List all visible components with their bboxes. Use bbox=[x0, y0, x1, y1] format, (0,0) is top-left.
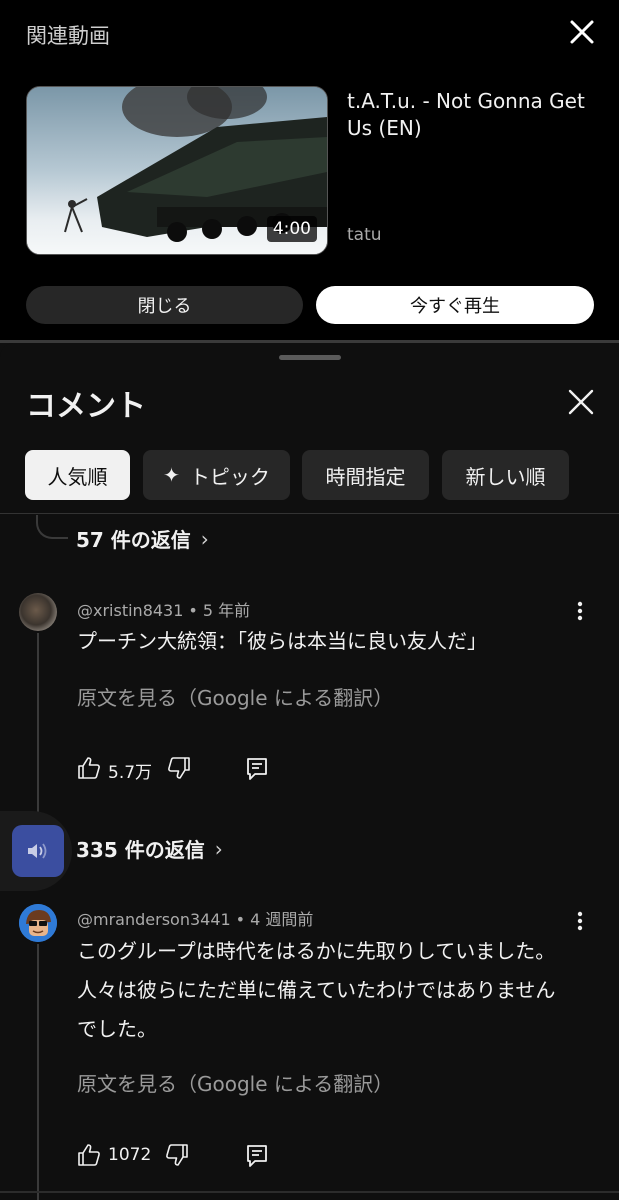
related-panel-title: 関連動画 bbox=[26, 24, 110, 48]
see-original-link[interactable]: 原文を見る（Google による翻訳） bbox=[77, 1068, 393, 1097]
drag-handle[interactable] bbox=[279, 355, 341, 360]
comment-menu-button[interactable] bbox=[570, 599, 590, 623]
reply-icon[interactable] bbox=[245, 756, 269, 782]
audio-button[interactable] bbox=[12, 825, 64, 877]
thread-line bbox=[37, 944, 39, 1200]
comments-close-button[interactable] bbox=[562, 383, 600, 421]
view-replies-button[interactable]: 57 件の返信 › bbox=[76, 524, 209, 553]
chips-divider bbox=[0, 513, 619, 514]
thread-connector bbox=[36, 515, 68, 539]
related-video-title[interactable]: t.A.T.u. - Not Gonna Get Us (EN) bbox=[347, 88, 597, 142]
comment-text: プーチン大統領：「彼らは本当に良い友人だ」 bbox=[77, 629, 487, 653]
comment-menu-button[interactable] bbox=[570, 909, 590, 933]
thumbs-up-icon[interactable] bbox=[77, 756, 101, 780]
comment-author[interactable]: @mranderson3441 bbox=[77, 910, 231, 929]
bottom-divider bbox=[0, 1191, 619, 1193]
like-count: 1072 bbox=[108, 1145, 152, 1165]
comment-author[interactable]: @xristin8431 bbox=[77, 601, 183, 620]
comment-meta: @xristin8431 • 5 年前 bbox=[77, 597, 250, 621]
comment-meta: @mranderson3441 • 4 週間前 bbox=[77, 906, 313, 930]
comments-sheet: コメント 人気順 ✦ トピック 時間指定 新しい順 57 件の返信 › @xri… bbox=[0, 343, 619, 1200]
thumbs-down-icon[interactable] bbox=[167, 756, 191, 780]
more-vert-icon bbox=[577, 911, 583, 931]
comment-age: 4 週間前 bbox=[250, 910, 314, 929]
thread-line bbox=[37, 633, 39, 833]
chip-popular[interactable]: 人気順 bbox=[25, 450, 130, 500]
chip-newest[interactable]: 新しい順 bbox=[442, 450, 569, 500]
video-thumbnail[interactable]: 4:00 bbox=[26, 86, 328, 255]
close-button[interactable]: 閉じる bbox=[26, 286, 303, 324]
thumbs-up-icon[interactable] bbox=[77, 1143, 101, 1167]
meta-separator: • bbox=[188, 601, 198, 620]
related-close-button[interactable] bbox=[564, 14, 600, 50]
comment-actions: 5.7万 bbox=[77, 756, 297, 784]
sparkle-icon: ✦ bbox=[163, 463, 180, 487]
reply-icon[interactable] bbox=[245, 1143, 269, 1169]
replies-count: 57 件の返信 bbox=[76, 528, 191, 552]
meta-separator: • bbox=[235, 910, 246, 929]
more-vert-icon bbox=[577, 601, 583, 621]
view-replies-button[interactable]: 335 件の返信 › bbox=[76, 834, 223, 863]
comment-age: 5 年前 bbox=[202, 601, 251, 620]
comment-text: このグループは時代をはるかに先取りしていました。人々は彼らにただ単に備えていたわ… bbox=[77, 939, 556, 1041]
video-duration: 4:00 bbox=[266, 216, 317, 242]
close-icon bbox=[570, 20, 594, 44]
chevron-right-icon: › bbox=[214, 836, 223, 861]
volume-icon bbox=[28, 843, 47, 859]
avatar[interactable] bbox=[19, 593, 57, 631]
close-icon bbox=[568, 389, 594, 415]
chevron-right-icon: › bbox=[200, 526, 209, 551]
related-video-panel: 関連動画 4:00 t.A.T.u. - Not Gonna Get Us (E… bbox=[0, 0, 619, 342]
play-now-button[interactable]: 今すぐ再生 bbox=[316, 286, 594, 324]
related-video-channel[interactable]: tatu bbox=[347, 225, 382, 245]
see-original-link[interactable]: 原文を見る（Google による翻訳） bbox=[77, 682, 393, 711]
comments-title: コメント bbox=[26, 389, 146, 424]
thumbs-down-icon[interactable] bbox=[165, 1143, 189, 1167]
replies-count: 335 件の返信 bbox=[76, 838, 205, 862]
chip-topic-label: トピック bbox=[189, 464, 270, 489]
like-count: 5.7万 bbox=[108, 763, 153, 783]
chip-topic[interactable]: ✦ トピック bbox=[143, 450, 290, 500]
comment-actions: 1072 bbox=[77, 1143, 297, 1171]
chip-time[interactable]: 時間指定 bbox=[302, 450, 429, 500]
avatar[interactable] bbox=[19, 904, 57, 942]
avatar-image bbox=[19, 904, 57, 942]
